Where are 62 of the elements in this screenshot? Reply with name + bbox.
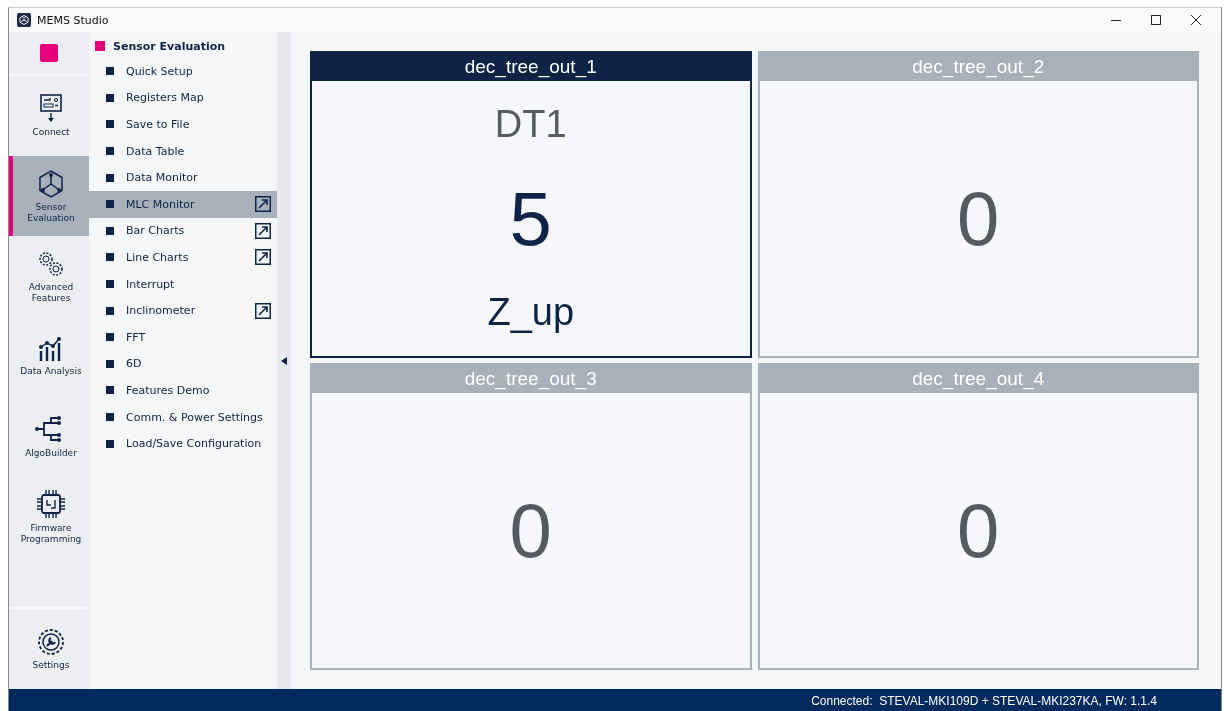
nav-item[interactable]: Connect <box>9 76 89 156</box>
menu-item[interactable]: FFT <box>89 323 277 351</box>
popout-arrow-icon[interactable] <box>255 196 271 213</box>
popout-arrow-icon[interactable] <box>255 302 271 319</box>
menu-item[interactable]: Interrupt <box>89 270 277 298</box>
settings-icon <box>36 627 66 657</box>
bullet-icon <box>106 173 114 182</box>
bullet-icon <box>106 93 114 102</box>
chip-icon <box>35 487 67 520</box>
bullet-icon <box>106 253 114 262</box>
bullet-icon <box>106 333 114 342</box>
settings-nav-item[interactable]: Settings <box>9 609 89 689</box>
menu-item[interactable]: Data Monitor <box>89 164 277 191</box>
bullet-icon <box>106 280 114 289</box>
section-title: Sensor Evaluation <box>113 39 226 53</box>
bullet-icon <box>106 67 114 76</box>
close-icon[interactable] <box>1191 15 1201 25</box>
tree-name: DT1 <box>494 103 567 147</box>
window-title: MEMS Studio <box>37 13 109 27</box>
menu-item[interactable]: Inclinometer <box>89 297 277 324</box>
bullet-icon <box>106 200 114 209</box>
app-logo-icon <box>17 13 31 27</box>
bullet-icon <box>106 439 114 448</box>
tile-header: dec_tree_out_4 <box>759 365 1197 393</box>
menu-item[interactable]: Quick Setup <box>89 58 277 85</box>
collapse-arrow-icon[interactable] <box>281 356 287 365</box>
menu-item[interactable]: Line Charts <box>89 244 277 271</box>
tile-header: dec_tree_out_3 <box>312 365 750 393</box>
menu-item[interactable]: 6D <box>89 350 277 378</box>
menu-item[interactable]: Bar Charts <box>89 217 277 245</box>
nav-item[interactable]: Advanced Features <box>9 236 89 316</box>
bullet-icon <box>106 147 114 156</box>
board-download-icon <box>39 94 63 124</box>
section-marker-icon <box>95 41 105 51</box>
menu-item[interactable]: Features Demo <box>89 377 277 404</box>
tile-header: dec_tree_out_1 <box>312 53 750 81</box>
menu-item[interactable]: Load/Save Configuration <box>89 430 277 457</box>
class-label: Z_up <box>487 290 575 334</box>
connection-status: Connected: STEVAL-MKI109D + STEVAL-MKI237KA, FW: 1.1.4 <box>811 693 1157 708</box>
nav-item[interactable]: Data Analysis <box>9 316 89 396</box>
hexagon-axes-icon <box>37 168 65 199</box>
output-value: 0 <box>957 175 1000 262</box>
nav-item[interactable]: Sensor Evaluation <box>9 156 89 236</box>
nav-item[interactable]: Firmware Programming <box>9 476 89 556</box>
output-value: 0 <box>957 487 1000 574</box>
menu-item[interactable]: Save to File <box>89 111 277 138</box>
bullet-icon <box>106 359 114 368</box>
menu-item[interactable]: Registers Map <box>89 84 277 112</box>
maximize-icon[interactable] <box>1151 15 1161 25</box>
menu-item[interactable]: Data Table <box>89 137 277 165</box>
bullet-icon <box>106 386 114 395</box>
nav-item[interactable]: AlgoBuilder <box>9 396 89 476</box>
bullet-icon <box>106 306 114 315</box>
popout-arrow-icon[interactable] <box>255 249 271 266</box>
output-value: 0 <box>509 487 552 574</box>
menu-item[interactable]: MLC Monitor <box>89 190 277 218</box>
bullet-icon <box>106 413 114 421</box>
output-value: 5 <box>509 175 552 262</box>
tile-header: dec_tree_out_2 <box>759 53 1197 81</box>
bullet-icon <box>106 120 114 129</box>
menu-item[interactable]: Comm. & Power Settings <box>89 403 277 431</box>
bullet-icon <box>106 226 114 235</box>
